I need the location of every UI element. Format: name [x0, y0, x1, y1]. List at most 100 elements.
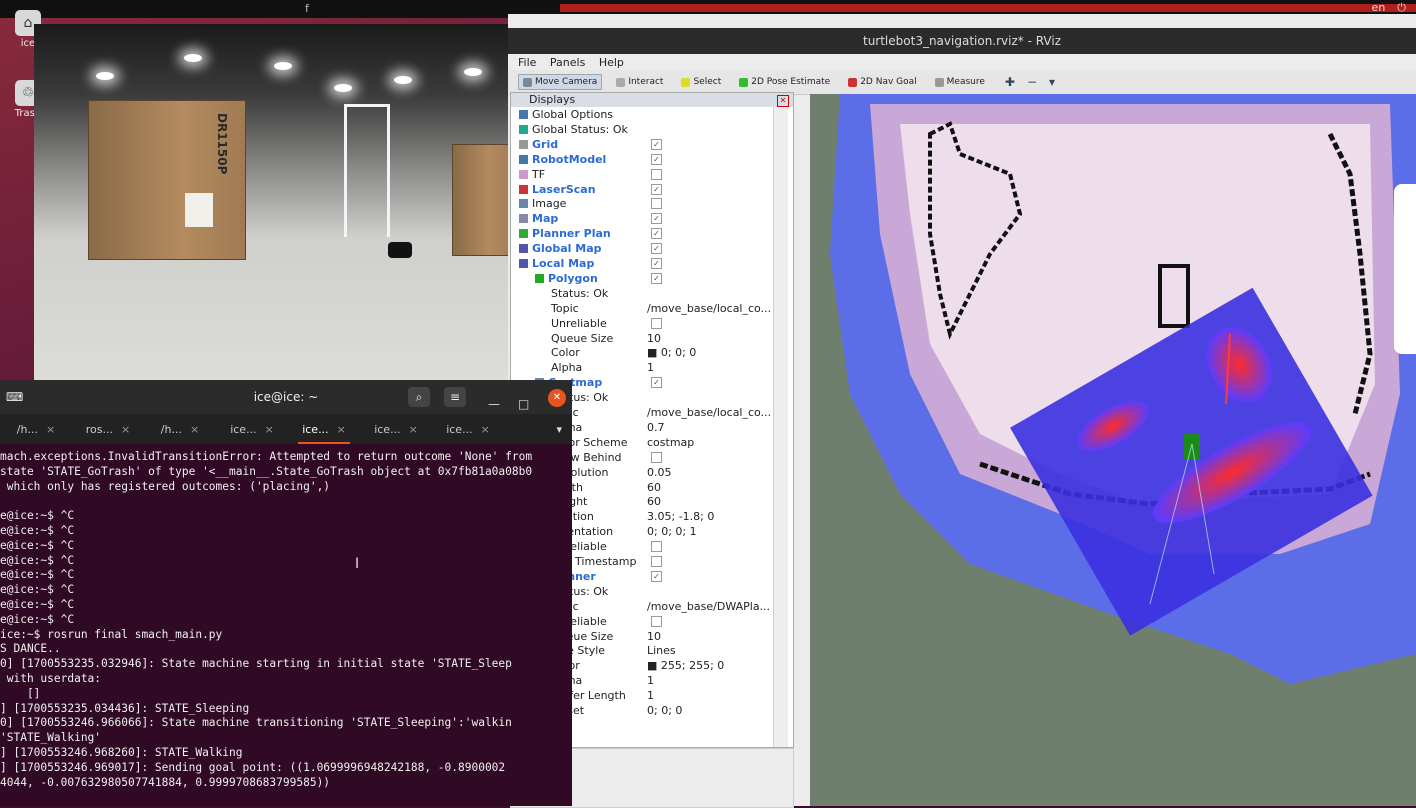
tool-2d-nav-goal[interactable]: 2D Nav Goal	[844, 75, 920, 89]
tool-label: Interact	[628, 77, 664, 87]
display-enable-checkbox[interactable]: ✓	[651, 183, 662, 195]
terminal-line: e@ice:~$ ^C	[0, 612, 75, 626]
display-row[interactable]: Topic/move_base/local_co...	[511, 301, 793, 316]
display-name-text: Grid	[532, 137, 559, 151]
tool-interact[interactable]: Interact	[612, 75, 667, 89]
terminal-tab[interactable]: /h... ×	[144, 423, 216, 436]
tool-2d-pose-estimate[interactable]: 2D Pose Estimate	[735, 75, 834, 89]
display-enable-checkbox[interactable]	[651, 541, 662, 553]
close-tab-icon[interactable]: ×	[121, 423, 130, 436]
search-icon[interactable]: ⌕	[408, 387, 430, 407]
display-row[interactable]: Status: Ok	[511, 286, 793, 301]
display-property-value[interactable]: 0; 0; 0; 1	[647, 524, 697, 539]
power-icon[interactable]: ⏻	[1397, 1, 1406, 15]
display-enable-checkbox[interactable]: ✓	[651, 228, 662, 240]
display-type-icon	[519, 214, 528, 224]
display-name-text: Unreliable	[551, 316, 607, 330]
display-property-value[interactable]: 1	[647, 360, 654, 375]
display-row[interactable]: RobotModel ✓	[511, 152, 793, 167]
tool-measure[interactable]: Measure	[931, 75, 989, 89]
display-enable-checkbox[interactable]	[651, 451, 662, 463]
display-name-text: LaserScan	[532, 182, 596, 196]
display-property-value[interactable]: /move_base/DWAPla...	[647, 599, 770, 614]
display-property-value[interactable]: 0.7	[647, 420, 665, 435]
display-property-value[interactable]: 1	[647, 673, 654, 688]
display-enable-checkbox[interactable]: ✓	[651, 138, 662, 150]
display-row[interactable]: Local Map ✓	[511, 256, 793, 271]
display-row[interactable]: Global Map ✓	[511, 241, 793, 256]
display-row[interactable]: LaserScan ✓	[511, 182, 793, 197]
display-row[interactable]: Image	[511, 196, 793, 211]
display-property-value[interactable]: 1	[647, 688, 654, 703]
display-type-icon	[519, 110, 528, 119]
arrow-icon	[739, 77, 749, 87]
display-property-value[interactable]: 60	[647, 494, 661, 509]
display-property-value[interactable]: 0; 0; 0	[647, 703, 682, 718]
display-property-value[interactable]: costmap	[647, 435, 694, 450]
tool-select[interactable]: Select	[677, 75, 725, 89]
display-row[interactable]: Unreliable	[511, 316, 793, 331]
terminal-tab[interactable]: ice... ×	[360, 423, 432, 436]
display-row-label: Global Options	[519, 107, 613, 122]
display-property-value[interactable]: 3.05; -1.8; 0	[647, 509, 714, 524]
display-enable-checkbox[interactable]: ✓	[651, 570, 662, 582]
display-enable-checkbox[interactable]	[651, 556, 662, 567]
display-row[interactable]: Map ✓	[511, 211, 793, 226]
minus-icon[interactable]: −	[1027, 75, 1037, 89]
display-enable-checkbox[interactable]: ✓	[651, 213, 662, 225]
display-property-value[interactable]: /move_base/local_co...	[647, 405, 771, 420]
display-row[interactable]: Global Options	[511, 107, 793, 122]
terminal-tab[interactable]: ice... ×	[288, 423, 360, 444]
terminal-tab[interactable]: ice... ×	[432, 423, 504, 436]
display-row-label: Alpha	[551, 360, 582, 375]
close-icon[interactable]: ✕	[548, 389, 566, 407]
display-row[interactable]: Polygon ✓	[511, 271, 793, 286]
hamburger-menu-icon[interactable]: ≡	[444, 387, 466, 407]
close-tab-icon[interactable]: ×	[409, 423, 418, 436]
display-enable-checkbox[interactable]: ✓	[651, 153, 662, 165]
display-property-value[interactable]: 10	[647, 629, 661, 644]
display-enable-checkbox[interactable]: ✓	[651, 243, 662, 255]
language-indicator[interactable]: en	[1372, 1, 1386, 15]
close-tab-icon[interactable]: ×	[337, 423, 346, 436]
display-property-value[interactable]: ■ 0; 0; 0	[647, 345, 696, 360]
terminal-titlebar: ⌨ ice@ice: ~ ⌕ ≡ — □ ✕	[0, 380, 572, 414]
display-row[interactable]: Alpha 1	[511, 360, 793, 375]
display-row[interactable]: Grid ✓	[511, 137, 793, 152]
display-property-value[interactable]: ■ 255; 255; 0	[647, 658, 724, 673]
display-enable-checkbox[interactable]: ✓	[651, 258, 662, 269]
close-tab-icon[interactable]: ×	[265, 423, 274, 436]
rviz-title: turtlebot3_navigation.rviz* - RViz	[508, 28, 1416, 54]
display-row[interactable]: Planner Plan ✓	[511, 226, 793, 241]
displays-scrollbar[interactable]	[773, 107, 788, 747]
display-property-value[interactable]: 10	[647, 331, 661, 346]
close-icon[interactable]: ✕	[777, 95, 789, 107]
display-name-text: RobotModel	[532, 152, 607, 166]
close-tab-icon[interactable]: ×	[46, 423, 55, 436]
terminal-tab[interactable]: /h... ×	[0, 423, 72, 436]
display-property-value[interactable]: 0.05	[647, 465, 672, 480]
close-tab-icon[interactable]: ×	[190, 423, 199, 436]
terminal-tab[interactable]: ros... ×	[72, 423, 144, 436]
display-enable-checkbox[interactable]	[651, 615, 662, 627]
plus-icon[interactable]: ✚	[1005, 75, 1015, 89]
display-row[interactable]: TF	[511, 167, 793, 182]
display-enable-checkbox[interactable]	[651, 168, 662, 180]
display-row[interactable]: Color ■ 0; 0; 0	[511, 345, 793, 360]
display-enable-checkbox[interactable]: ✓	[651, 272, 662, 284]
display-enable-checkbox[interactable]	[651, 198, 662, 210]
terminal-tab[interactable]: ice... ×	[216, 423, 288, 436]
terminal-output[interactable]: mach.exceptions.InvalidTransitionError: …	[0, 450, 565, 790]
tabs-dropdown-icon[interactable]: ▾	[556, 423, 562, 436]
map-viewport[interactable]	[810, 94, 1416, 806]
display-property-value[interactable]: Lines	[647, 643, 676, 658]
display-property-value[interactable]: 60	[647, 480, 661, 495]
display-row[interactable]: Global Status: Ok	[511, 122, 793, 137]
display-row[interactable]: Queue Size 10	[511, 331, 793, 346]
tool-move-camera[interactable]: Move Camera	[518, 74, 603, 90]
close-tab-icon[interactable]: ×	[481, 423, 490, 436]
toolbar-more-icon[interactable]: ▾	[1049, 75, 1055, 89]
display-property-value[interactable]: /move_base/local_co...	[647, 301, 771, 316]
display-enable-checkbox[interactable]: ✓	[651, 377, 662, 389]
display-enable-checkbox[interactable]	[651, 317, 662, 329]
